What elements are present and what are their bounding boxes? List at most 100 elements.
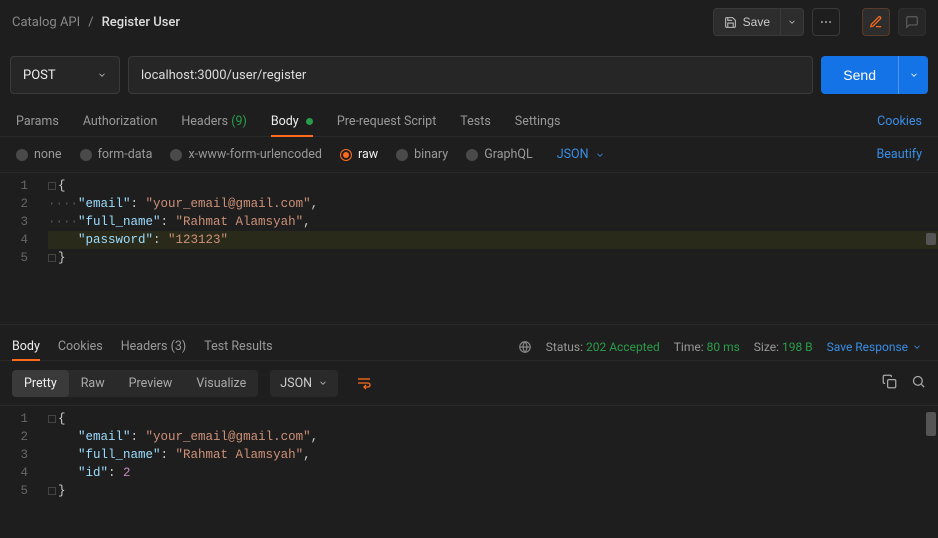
editor-line[interactable]: 3····"full_name": "Rahmat Alamsyah", bbox=[0, 213, 938, 231]
search-response-button[interactable] bbox=[911, 374, 926, 393]
toggle-wrap-button[interactable] bbox=[350, 369, 378, 397]
editor-line[interactable]: 2····"email": "your_email@gmail.com", bbox=[0, 195, 938, 213]
editor-line[interactable]: 3 "full_name": "Rahmat Alamsyah", bbox=[0, 446, 938, 464]
save-label: Save bbox=[743, 15, 770, 29]
tab-tests[interactable]: Tests bbox=[460, 108, 490, 135]
http-method-select[interactable]: POST bbox=[10, 56, 120, 94]
save-icon bbox=[724, 16, 737, 29]
breadcrumb-parent[interactable]: Catalog API bbox=[12, 15, 80, 30]
editor-line[interactable]: 4 "id": 2 bbox=[0, 464, 938, 482]
response-language-select[interactable]: JSON bbox=[270, 370, 338, 397]
radio-icon bbox=[466, 149, 478, 161]
response-view-visualize[interactable]: Visualize bbox=[184, 370, 258, 397]
tab-headers[interactable]: Headers (9) bbox=[181, 108, 246, 135]
body-type-none[interactable]: none bbox=[16, 147, 62, 162]
breadcrumb-sep: / bbox=[88, 15, 93, 30]
tab-headers-count: (9) bbox=[231, 114, 247, 129]
body-language-value: JSON bbox=[557, 147, 589, 162]
send-button[interactable]: Send bbox=[821, 56, 898, 94]
radio-icon bbox=[170, 149, 182, 161]
body-type-graphql[interactable]: GraphQL bbox=[466, 147, 533, 162]
scrollbar-handle[interactable] bbox=[926, 412, 936, 436]
line-number: 4 bbox=[0, 231, 48, 249]
response-tab-test-results[interactable]: Test Results bbox=[204, 333, 272, 360]
line-number: 3 bbox=[0, 213, 48, 231]
pencil-icon bbox=[869, 15, 883, 29]
tab-params[interactable]: Params bbox=[16, 108, 59, 135]
size-value: 198 B bbox=[782, 340, 813, 354]
chevron-down-icon bbox=[787, 17, 797, 27]
wrap-icon bbox=[356, 375, 372, 391]
status-text: Accepted bbox=[609, 340, 660, 354]
chevron-down-icon bbox=[912, 342, 922, 352]
response-tab-headers[interactable]: Headers (3) bbox=[121, 333, 186, 360]
status-code: 202 bbox=[586, 340, 606, 354]
tab-settings[interactable]: Settings bbox=[515, 108, 561, 135]
scrollbar-handle[interactable] bbox=[926, 233, 936, 245]
response-view-preview[interactable]: Preview bbox=[117, 370, 185, 397]
line-number: 5 bbox=[0, 482, 48, 500]
editor-line[interactable]: 4 "password": "123123" bbox=[0, 231, 938, 249]
breadcrumb: Catalog API / Register User bbox=[12, 15, 180, 30]
copy-icon bbox=[882, 374, 897, 389]
cookies-link[interactable]: Cookies bbox=[877, 114, 922, 129]
line-number: 3 bbox=[0, 446, 48, 464]
breadcrumb-current: Register User bbox=[102, 15, 180, 30]
chevron-down-icon bbox=[97, 70, 107, 80]
body-type-binary[interactable]: binary bbox=[396, 147, 448, 162]
copy-response-button[interactable] bbox=[882, 374, 897, 393]
chevron-down-icon bbox=[909, 70, 919, 80]
radio-icon bbox=[340, 149, 352, 161]
editor-line[interactable]: 1{ bbox=[0, 177, 938, 195]
editor-line[interactable]: 1{ bbox=[0, 410, 938, 428]
request-url-input[interactable]: localhost:3000/user/register bbox=[128, 56, 813, 94]
line-number: 5 bbox=[0, 249, 48, 267]
fold-icon[interactable] bbox=[48, 487, 56, 495]
chevron-down-icon bbox=[318, 378, 328, 388]
body-type-form-data[interactable]: form-data bbox=[80, 147, 153, 162]
save-response-button[interactable]: Save Response bbox=[827, 340, 922, 354]
fold-icon[interactable] bbox=[48, 182, 56, 190]
editor-line[interactable]: 5} bbox=[0, 249, 938, 267]
response-tab-body[interactable]: Body bbox=[12, 333, 40, 360]
response-body-viewer[interactable]: 1{2 "email": "your_email@gmail.com",3 "f… bbox=[0, 405, 938, 513]
comment-button[interactable] bbox=[898, 8, 926, 36]
fold-icon[interactable] bbox=[48, 254, 56, 262]
save-dropdown-button[interactable] bbox=[780, 8, 804, 36]
editor-line[interactable]: 2 "email": "your_email@gmail.com", bbox=[0, 428, 938, 446]
http-method-value: POST bbox=[23, 68, 56, 83]
request-body-editor[interactable]: 1{2····"email": "your_email@gmail.com",3… bbox=[0, 173, 938, 325]
beautify-link[interactable]: Beautify bbox=[877, 147, 923, 162]
save-response-label: Save Response bbox=[827, 340, 908, 354]
tab-body-label: Body bbox=[271, 114, 299, 129]
tab-pre-request-script[interactable]: Pre-request Script bbox=[337, 108, 436, 135]
body-language-select[interactable]: JSON bbox=[557, 147, 605, 162]
tab-body[interactable]: Body bbox=[271, 108, 313, 135]
time-value: 80 ms bbox=[707, 340, 740, 354]
send-dropdown-button[interactable] bbox=[898, 56, 928, 94]
response-view-pretty[interactable]: Pretty bbox=[12, 370, 69, 397]
radio-icon bbox=[80, 149, 92, 161]
search-icon bbox=[911, 374, 926, 389]
status-label: Status: bbox=[546, 340, 583, 354]
response-tab-cookies[interactable]: Cookies bbox=[58, 333, 103, 360]
request-url-value: localhost:3000/user/register bbox=[141, 68, 306, 83]
tab-authorization[interactable]: Authorization bbox=[83, 108, 158, 135]
body-type-raw[interactable]: raw bbox=[340, 147, 378, 162]
comment-icon bbox=[905, 15, 919, 29]
time-label: Time: bbox=[674, 340, 704, 354]
more-button[interactable] bbox=[812, 8, 840, 36]
radio-icon bbox=[16, 149, 28, 161]
fold-icon[interactable] bbox=[48, 415, 56, 423]
radio-icon bbox=[396, 149, 408, 161]
tab-headers-label: Headers bbox=[181, 114, 228, 129]
body-type-urlencoded[interactable]: x-www-form-urlencoded bbox=[170, 147, 322, 162]
edit-button[interactable] bbox=[862, 8, 890, 36]
response-view-raw[interactable]: Raw bbox=[69, 370, 117, 397]
save-button[interactable]: Save bbox=[713, 8, 780, 36]
editor-line[interactable]: 5} bbox=[0, 482, 938, 500]
globe-icon[interactable] bbox=[518, 340, 532, 354]
line-number: 2 bbox=[0, 195, 48, 213]
response-language-value: JSON bbox=[280, 376, 312, 391]
line-number: 1 bbox=[0, 177, 48, 195]
